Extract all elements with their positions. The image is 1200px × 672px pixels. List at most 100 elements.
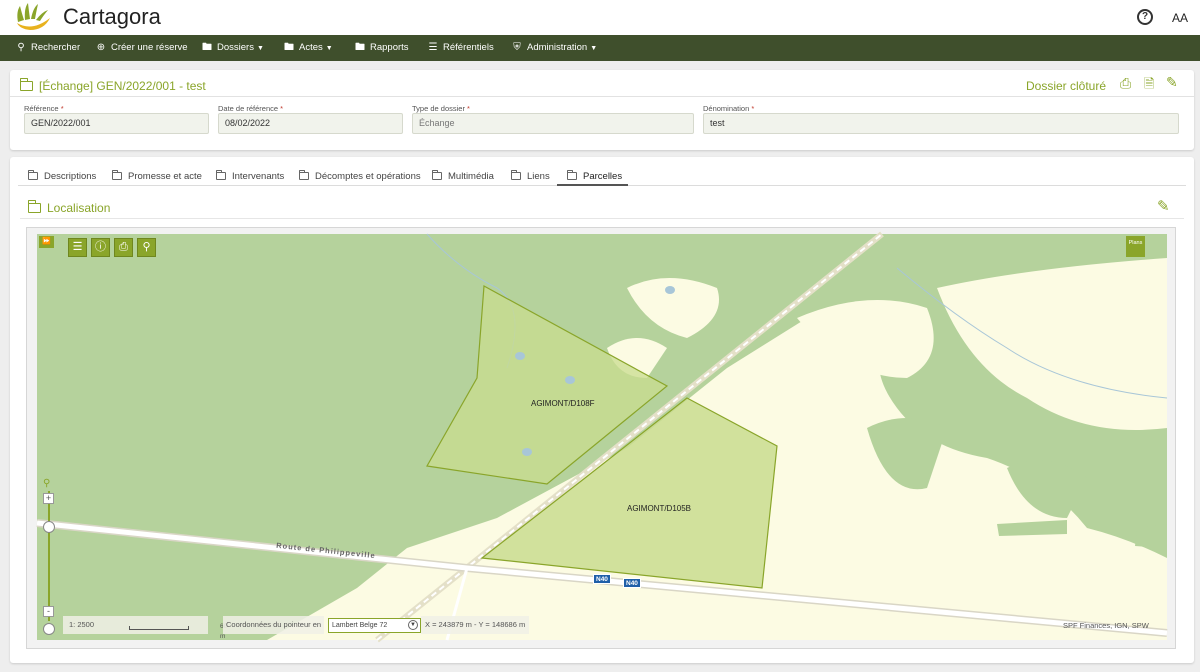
search-icon: ⚲ [17, 42, 25, 53]
field-label-type: Type de dossier * [412, 104, 470, 113]
label-text: Type de dossier [412, 104, 465, 113]
required-mark: * [280, 104, 284, 113]
tab-label: Parcelles [583, 171, 623, 182]
chevron-down-icon: ▼ [408, 620, 418, 630]
active-tab-indicator [557, 184, 628, 186]
tab-label: Descriptions [44, 171, 97, 182]
scale-box: 1: 2500 60 m [63, 616, 227, 640]
field-label-date: Date de référence * [218, 104, 283, 113]
tab-intervenants[interactable]: Intervenants [215, 170, 284, 182]
map-canvas[interactable] [27, 228, 1176, 649]
tab-label: Promesse et acte [128, 171, 202, 182]
nav-rapports[interactable]: 🖿 Rapports [354, 35, 409, 61]
parcel-label: AGIMONT/D105B [627, 504, 692, 513]
folder-icon: 🖿 [355, 42, 365, 53]
zoom-slider-track[interactable] [48, 491, 50, 621]
nav-label: Rechercher [31, 42, 81, 53]
zoom-reset-handle[interactable] [43, 623, 55, 635]
layer-plans-button[interactable]: Plans [1126, 236, 1145, 257]
map-pond [665, 286, 675, 294]
section-title: Localisation [27, 200, 111, 215]
coords-system-value: Lambert Belge 72 [332, 622, 388, 629]
map-viewer[interactable]: AGIMONT/D108F AGIMONT/D105B Route de Phi… [26, 227, 1176, 649]
nav-label: Créer une réserve [111, 42, 188, 53]
zoom-slider-handle[interactable] [43, 521, 55, 533]
zoom-in-button[interactable]: + [43, 493, 54, 504]
required-mark: * [60, 104, 64, 113]
field-label-denomination: Dénomination * [703, 104, 754, 113]
nav-dossiers[interactable]: 🖿 Dossiers ▼ [201, 35, 264, 61]
label-text: Dénomination [703, 104, 750, 113]
chevron-down-icon: ▼ [590, 45, 598, 52]
list-icon: ☰ [428, 42, 438, 53]
print-icon[interactable]: ⎙ [114, 238, 133, 257]
divider [20, 218, 1184, 219]
folder-icon [431, 170, 442, 180]
nav-label: Dossiers [217, 42, 254, 53]
app-title: Cartagora [63, 4, 161, 29]
zoom-out-button[interactable]: - [43, 606, 54, 617]
edit-pencil-icon[interactable]: ✎ [1166, 74, 1178, 91]
info-icon[interactable]: ⓘ [91, 238, 110, 257]
denomination-field[interactable]: test [703, 113, 1179, 134]
avatar[interactable]: AA [1166, 5, 1194, 31]
shield-icon: ⛨ [513, 42, 521, 53]
tab-descriptions[interactable]: Descriptions [27, 170, 97, 182]
tab-label: Décomptes et opérations [315, 171, 421, 182]
map-pond [522, 448, 532, 456]
export-file-icon[interactable]: 🗎 [1144, 75, 1154, 97]
folder-icon [298, 170, 309, 180]
tab-decomptes[interactable]: Décomptes et opérations [298, 170, 421, 182]
plus-circle-icon: ⊕ [96, 42, 106, 53]
nav-label: Référentiels [443, 42, 494, 53]
scale-bar: 60 m [129, 623, 227, 640]
main-nav: ⚲ Rechercher ⊕ Créer une réserve 🖿 Dossiers… [0, 35, 1200, 61]
nav-referentiels[interactable]: ☰ Référentiels [427, 35, 494, 61]
nav-rechercher[interactable]: ⚲ Rechercher [15, 35, 80, 61]
chevron-down-icon: ▼ [256, 45, 264, 52]
type-field[interactable]: Échange [412, 113, 694, 134]
map-pond [515, 352, 525, 360]
folder-icon: 🖿 [284, 42, 294, 53]
dossier-status: Dossier clôturé [1026, 79, 1107, 93]
folder-icon [27, 170, 38, 180]
tab-promesse-acte[interactable]: Promesse et acte [111, 170, 202, 182]
label-text: Date de référence [218, 104, 279, 113]
map-attribution: SPF Finances, IGN, SPW [1063, 621, 1149, 630]
nav-administration[interactable]: ⛨ Administration ▼ [511, 35, 597, 61]
coords-values: X = 243879 m - Y = 148686 m [421, 616, 530, 634]
zoom-search-icon[interactable]: ⚲ [137, 238, 156, 257]
folder-icon [510, 170, 521, 180]
date-field[interactable]: 08/02/2022 [218, 113, 403, 134]
folder-icon [19, 78, 33, 91]
zoom-icon: ⚲ [43, 478, 51, 489]
scale-ratio: 1: 2500 [69, 620, 95, 629]
divider [10, 96, 1194, 97]
folder-icon: 🖿 [202, 42, 212, 53]
fast-forward-icon[interactable]: ⏩ [39, 236, 54, 248]
chevron-down-icon: ▼ [325, 45, 333, 52]
section-title-text: Localisation [47, 201, 111, 215]
tab-label: Liens [527, 171, 550, 182]
nav-creer-reserve[interactable]: ⊕ Créer une réserve [95, 35, 188, 61]
tab-liens[interactable]: Liens [510, 170, 550, 182]
app-bar: Cartagora ? AA [0, 0, 1200, 35]
nav-label: Administration [527, 42, 588, 53]
help-icon[interactable]: ? [1137, 9, 1153, 25]
reference-field[interactable]: GEN/2022/001 [24, 113, 209, 134]
menu-icon[interactable]: ☰ [68, 238, 87, 257]
nav-actes[interactable]: 🖿 Actes ▼ [283, 35, 333, 61]
nav-label: Actes [299, 42, 323, 53]
coords-system-select[interactable]: Lambert Belge 72 ▼ [328, 618, 421, 633]
cartagora-logo[interactable] [14, 2, 54, 32]
nav-label: Rapports [370, 42, 409, 53]
tab-parcelles[interactable]: Parcelles [566, 170, 623, 182]
edit-pencil-icon[interactable]: ✎ [1157, 197, 1170, 215]
print-icon[interactable]: ⎙ [1120, 75, 1131, 92]
label-text: Référence [24, 104, 59, 113]
folder-icon [566, 170, 577, 180]
parcel-label: AGIMONT/D108F [531, 399, 595, 408]
tab-multimedia[interactable]: Multimédia [431, 170, 494, 182]
dossier-title-text: [Échange] GEN/2022/001 - test [39, 79, 206, 93]
map-pond [565, 376, 575, 384]
